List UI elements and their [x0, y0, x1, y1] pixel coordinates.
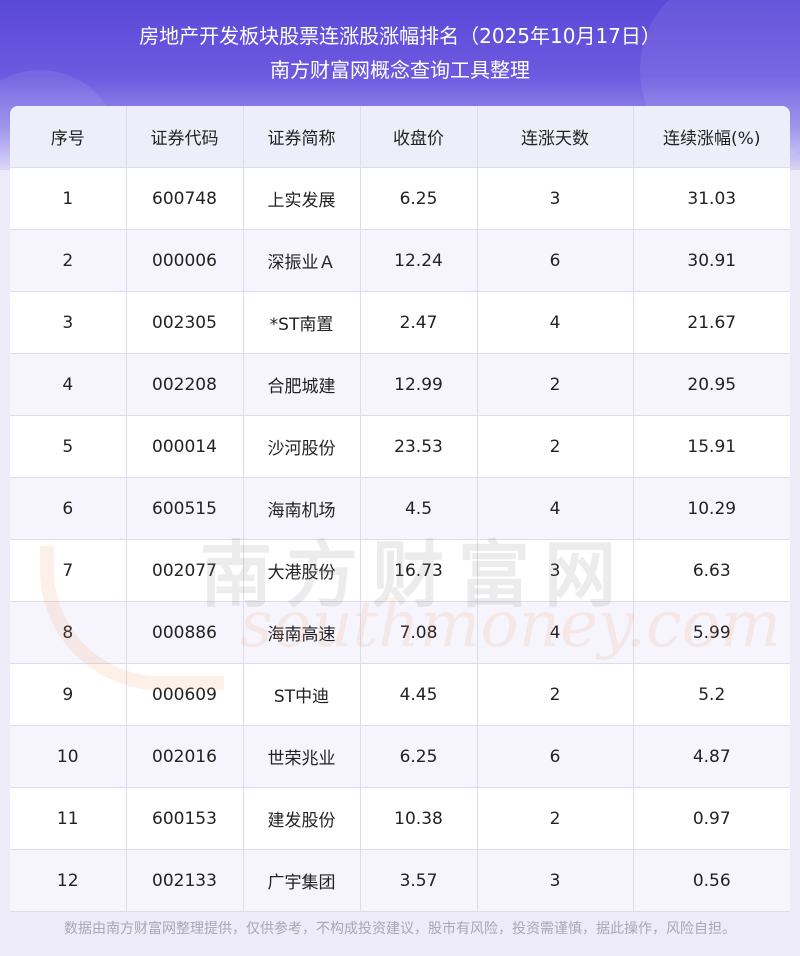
cell-close-price: 6.25 [360, 725, 478, 788]
cell-rising-days: 2 [477, 353, 634, 416]
cell-code: 600515 [126, 477, 244, 540]
cell-index: 5 [10, 415, 127, 478]
table-row: 9 000609 ST中迪 4.45 2 5.2 [10, 663, 790, 726]
disclaimer-footer: 数据由南方财富网整理提供，仅供参考，不构成投资建议，股市有风险，投资需谨慎，据此… [0, 912, 800, 956]
cell-index: 1 [10, 167, 127, 230]
stock-ranking-table: 序号 证券代码 证券简称 收盘价 连涨天数 连续涨幅(%) 1 600748 上实发… [10, 106, 790, 912]
cell-index: 10 [10, 725, 127, 788]
cell-cumulative-gain: 30.91 [633, 229, 790, 292]
cell-rising-days: 4 [477, 477, 634, 540]
cell-name: 上实发展 [243, 167, 361, 230]
cell-index: 11 [10, 787, 127, 850]
table-row: 3 002305 *ST南置 2.47 4 21.67 [10, 291, 790, 354]
table-row: 12 002133 广宇集团 3.57 3 0.56 [10, 849, 790, 912]
table-row: 1 600748 上实发展 6.25 3 31.03 [10, 167, 790, 230]
cell-code: 000886 [126, 601, 244, 664]
cell-close-price: 7.08 [360, 601, 478, 664]
cell-name: 世荣兆业 [243, 725, 361, 788]
cell-cumulative-gain: 0.97 [633, 787, 790, 850]
cell-code: 002305 [126, 291, 244, 354]
cell-name: *ST南置 [243, 291, 361, 354]
cell-rising-days: 3 [477, 849, 634, 912]
cell-close-price: 12.99 [360, 353, 478, 416]
cell-rising-days: 4 [477, 291, 634, 354]
cell-code: 000609 [126, 663, 244, 726]
cell-rising-days: 4 [477, 601, 634, 664]
cell-rising-days: 6 [477, 725, 634, 788]
cell-name: 深振业Ａ [243, 229, 361, 292]
column-header-code: 证券代码 [126, 106, 244, 168]
column-header-index: 序号 [10, 106, 127, 168]
table-row: 10 002016 世荣兆业 6.25 6 4.87 [10, 725, 790, 788]
page-title: 房地产开发板块股票连涨股涨幅排名（2025年10月17日） [139, 24, 661, 48]
cell-name: 合肥城建 [243, 353, 361, 416]
cell-name: 建发股份 [243, 787, 361, 850]
table-row: 5 000014 沙河股份 23.53 2 15.91 [10, 415, 790, 478]
cell-rising-days: 3 [477, 539, 634, 602]
cell-close-price: 6.25 [360, 167, 478, 230]
cell-cumulative-gain: 31.03 [633, 167, 790, 230]
cell-index: 4 [10, 353, 127, 416]
cell-name: 大港股份 [243, 539, 361, 602]
cell-close-price: 16.73 [360, 539, 478, 602]
cell-close-price: 23.53 [360, 415, 478, 478]
table-row: 6 600515 海南机场 4.5 4 10.29 [10, 477, 790, 540]
cell-cumulative-gain: 10.29 [633, 477, 790, 540]
table-body: 1 600748 上实发展 6.25 3 31.03 2 000006 深振业Ａ 12.24 6 30… [10, 167, 790, 912]
cell-name: 沙河股份 [243, 415, 361, 478]
cell-index: 8 [10, 601, 127, 664]
cell-cumulative-gain: 20.95 [633, 353, 790, 416]
cell-rising-days: 2 [477, 415, 634, 478]
cell-close-price: 10.38 [360, 787, 478, 850]
cell-code: 002016 [126, 725, 244, 788]
cell-cumulative-gain: 6.63 [633, 539, 790, 602]
column-header-rising-days: 连涨天数 [477, 106, 634, 168]
table-row: 4 002208 合肥城建 12.99 2 20.95 [10, 353, 790, 416]
cell-index: 2 [10, 229, 127, 292]
cell-index: 12 [10, 849, 127, 912]
cell-cumulative-gain: 21.67 [633, 291, 790, 354]
cell-name: ST中迪 [243, 663, 361, 726]
column-header-close-price: 收盘价 [360, 106, 478, 168]
cell-index: 9 [10, 663, 127, 726]
cell-name: 广宇集团 [243, 849, 361, 912]
cell-code: 600153 [126, 787, 244, 850]
cell-code: 002208 [126, 353, 244, 416]
cell-name: 海南高速 [243, 601, 361, 664]
cell-index: 6 [10, 477, 127, 540]
cell-index: 3 [10, 291, 127, 354]
column-header-cumulative-gain: 连续涨幅(%) [633, 106, 790, 168]
cell-rising-days: 3 [477, 167, 634, 230]
column-header-name: 证券简称 [243, 106, 361, 168]
table-header-row: 序号 证券代码 证券简称 收盘价 连涨天数 连续涨幅(%) [10, 106, 790, 168]
cell-close-price: 12.24 [360, 229, 478, 292]
table-row: 11 600153 建发股份 10.38 2 0.97 [10, 787, 790, 850]
cell-rising-days: 2 [477, 787, 634, 850]
cell-code: 002133 [126, 849, 244, 912]
cell-name: 海南机场 [243, 477, 361, 540]
cell-cumulative-gain: 5.2 [633, 663, 790, 726]
table-card: 序号 证券代码 证券简称 收盘价 连涨天数 连续涨幅(%) 1 600748 上实发… [10, 106, 790, 912]
cell-code: 000006 [126, 229, 244, 292]
cell-index: 7 [10, 539, 127, 602]
cell-cumulative-gain: 0.56 [633, 849, 790, 912]
cell-code: 600748 [126, 167, 244, 230]
cell-close-price: 3.57 [360, 849, 478, 912]
table-row: 2 000006 深振业Ａ 12.24 6 30.91 [10, 229, 790, 292]
cell-close-price: 2.47 [360, 291, 478, 354]
cell-close-price: 4.45 [360, 663, 478, 726]
cell-close-price: 4.5 [360, 477, 478, 540]
cell-rising-days: 6 [477, 229, 634, 292]
table-row: 7 002077 大港股份 16.73 3 6.63 [10, 539, 790, 602]
cell-cumulative-gain: 15.91 [633, 415, 790, 478]
cell-rising-days: 2 [477, 663, 634, 726]
cell-cumulative-gain: 5.99 [633, 601, 790, 664]
page-subtitle: 南方财富网概念查询工具整理 [270, 58, 530, 82]
cell-code: 000014 [126, 415, 244, 478]
cell-cumulative-gain: 4.87 [633, 725, 790, 788]
table-row: 8 000886 海南高速 7.08 4 5.99 [10, 601, 790, 664]
cell-code: 002077 [126, 539, 244, 602]
